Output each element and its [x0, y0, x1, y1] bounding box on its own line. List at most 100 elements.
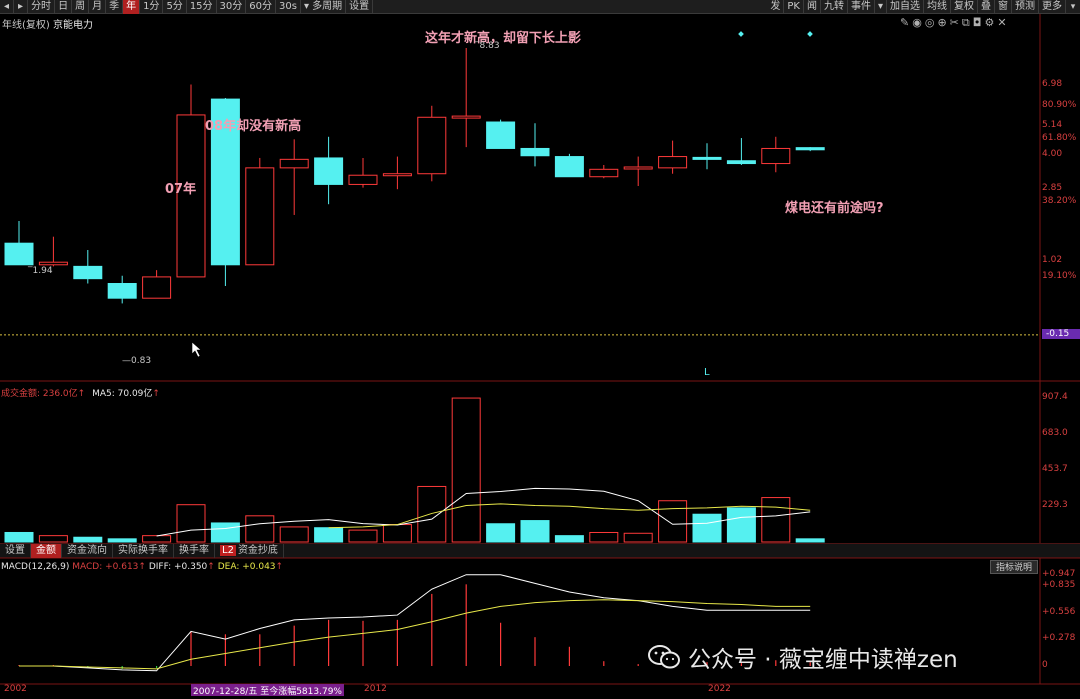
macd-axis-label: +0.556: [1042, 606, 1076, 617]
volume-bar: [417, 485, 447, 543]
indicator-tabbar: 设置 金额 资金流向 实际换手率 换手率 L2 资金抄底: [0, 543, 1080, 558]
volume-axis-label: 453.7: [1042, 464, 1068, 474]
candle-body: [417, 116, 447, 175]
volume-ma5: MA5: 70.09亿: [92, 389, 153, 399]
price-axis-label: 38.20%: [1042, 196, 1077, 207]
volume-bar: [38, 535, 68, 543]
tab-bottom-fishing-label: 资金抄底: [237, 545, 278, 556]
date-label-2012: 2012: [364, 684, 387, 694]
cursor-marker: L: [704, 367, 710, 378]
tab-capital-flow[interactable]: 资金流向: [62, 544, 113, 558]
macd-axis-label: +0.278: [1042, 633, 1076, 644]
candle-body: [692, 156, 722, 160]
macd-axis-label: +0.947: [1042, 569, 1076, 579]
price-axis-label: -0.15: [1042, 328, 1080, 339]
watermark-text: 公众号 · 薇宝缠中读禅zen: [688, 647, 958, 673]
candle-body: [279, 158, 309, 169]
volume-bar: [658, 500, 688, 543]
signal-marker: [807, 31, 813, 37]
watermark: 公众号 · 薇宝缠中读禅zen: [648, 640, 958, 674]
diff-value: DIFF: +0.350: [148, 562, 208, 572]
date-label-2022: 2022: [708, 684, 731, 694]
volume-bar: [314, 527, 344, 543]
volume-bar: [176, 504, 206, 543]
price-axis-label: 5.14: [1042, 119, 1063, 130]
price-axis-label: 6.98: [1042, 78, 1063, 89]
annotation-coal-future: 煤电还有前途吗?: [785, 201, 884, 216]
price-axis-label: 4.00: [1042, 149, 1063, 160]
macd-value: MACD: +0.613: [72, 562, 139, 572]
tab-actual-turnover[interactable]: 实际换手率: [113, 544, 174, 558]
volume-bar: [589, 531, 619, 543]
candle-body: [314, 157, 344, 185]
tab-turnover[interactable]: 换手率: [174, 544, 215, 558]
date-highlight: 2007-12-28/五 至今涨幅5813.79%: [191, 684, 344, 697]
candle-body: [382, 173, 412, 177]
signal-marker: [738, 31, 744, 37]
macd-axis-label: +0.835: [1042, 579, 1076, 590]
volume-value: 成交金额: 236.0亿: [1, 389, 78, 399]
candle-body: [4, 242, 34, 266]
chart-canvas[interactable]: [0, 0, 1080, 699]
date-label-2002: 2002: [4, 684, 27, 694]
first-high-label: ‾1.94: [28, 266, 53, 276]
candle-body: [348, 174, 378, 185]
low-price-label: —0.83: [122, 356, 152, 366]
candle-body: [486, 121, 516, 149]
mouse-cursor-icon: [191, 341, 202, 358]
volume-bar: [142, 535, 172, 543]
candle-body: [554, 156, 584, 178]
volume-axis-label: 229.3: [1042, 499, 1068, 510]
volume-bar: [348, 529, 378, 543]
volume-bar: [726, 507, 756, 543]
annotation-2007: 07年: [165, 182, 197, 197]
price-axis-label: 80.90%: [1042, 99, 1077, 110]
volume-axis-label: 683.0: [1042, 427, 1068, 438]
volume-bar: [210, 522, 240, 543]
macd-title: MACD(12,26,9) MACD: +0.613↑ DIFF: +0.350…: [1, 562, 284, 572]
volume-bar: [520, 520, 550, 543]
volume-bar: [692, 513, 722, 543]
l2-badge: L2: [220, 545, 236, 556]
candle-body: [623, 166, 653, 170]
volume-bar: [451, 397, 481, 543]
price-axis-label: 1.02: [1042, 255, 1063, 266]
volume-bar: [107, 538, 137, 543]
candle-body: [589, 168, 619, 178]
macd-params: MACD(12,26,9): [1, 562, 70, 572]
volume-bar: [795, 538, 825, 543]
annotation-new-high: 这年才新高，却留下长上影: [425, 31, 582, 46]
volume-bar: [554, 535, 584, 543]
volume-bar: [382, 524, 412, 543]
candle-body: [795, 147, 825, 151]
candle-body: [761, 147, 791, 165]
volume-bar: [245, 515, 275, 543]
wechat-icon: [648, 645, 680, 669]
macd-axis-label: 0: [1042, 660, 1048, 670]
price-axis-label: 61.80%: [1042, 133, 1077, 144]
volume-title: 成交金额: 236.0亿↑ MA5: 70.09亿↑: [1, 389, 160, 399]
candle-body: [245, 167, 275, 266]
indicator-help-button[interactable]: 指标说明: [990, 560, 1039, 574]
candle-body: [107, 283, 137, 299]
annotation-2008: 08年却没有新高: [205, 119, 302, 134]
volume-axis-label: 907.4: [1042, 392, 1068, 402]
candle-body: [451, 115, 481, 119]
volume-bar: [623, 532, 653, 543]
candle-body: [726, 160, 756, 165]
tab-settings[interactable]: 设置: [0, 544, 31, 558]
volume-bar: [761, 497, 791, 543]
volume-bar: [486, 523, 516, 543]
price-axis-label: 19.10%: [1042, 270, 1077, 281]
volume-bar: [73, 536, 103, 543]
volume-bar: [279, 526, 309, 543]
dea-value: DEA: +0.043: [217, 562, 276, 572]
price-axis-label: 2.85: [1042, 183, 1063, 194]
volume-bar: [4, 531, 34, 543]
candle-body: [38, 261, 68, 266]
candle-body: [142, 276, 172, 299]
candle-body: [658, 156, 688, 169]
tab-amount[interactable]: 金额: [31, 544, 62, 558]
tab-bottom-fishing[interactable]: L2 资金抄底: [215, 544, 284, 558]
candle-body: [73, 265, 103, 280]
